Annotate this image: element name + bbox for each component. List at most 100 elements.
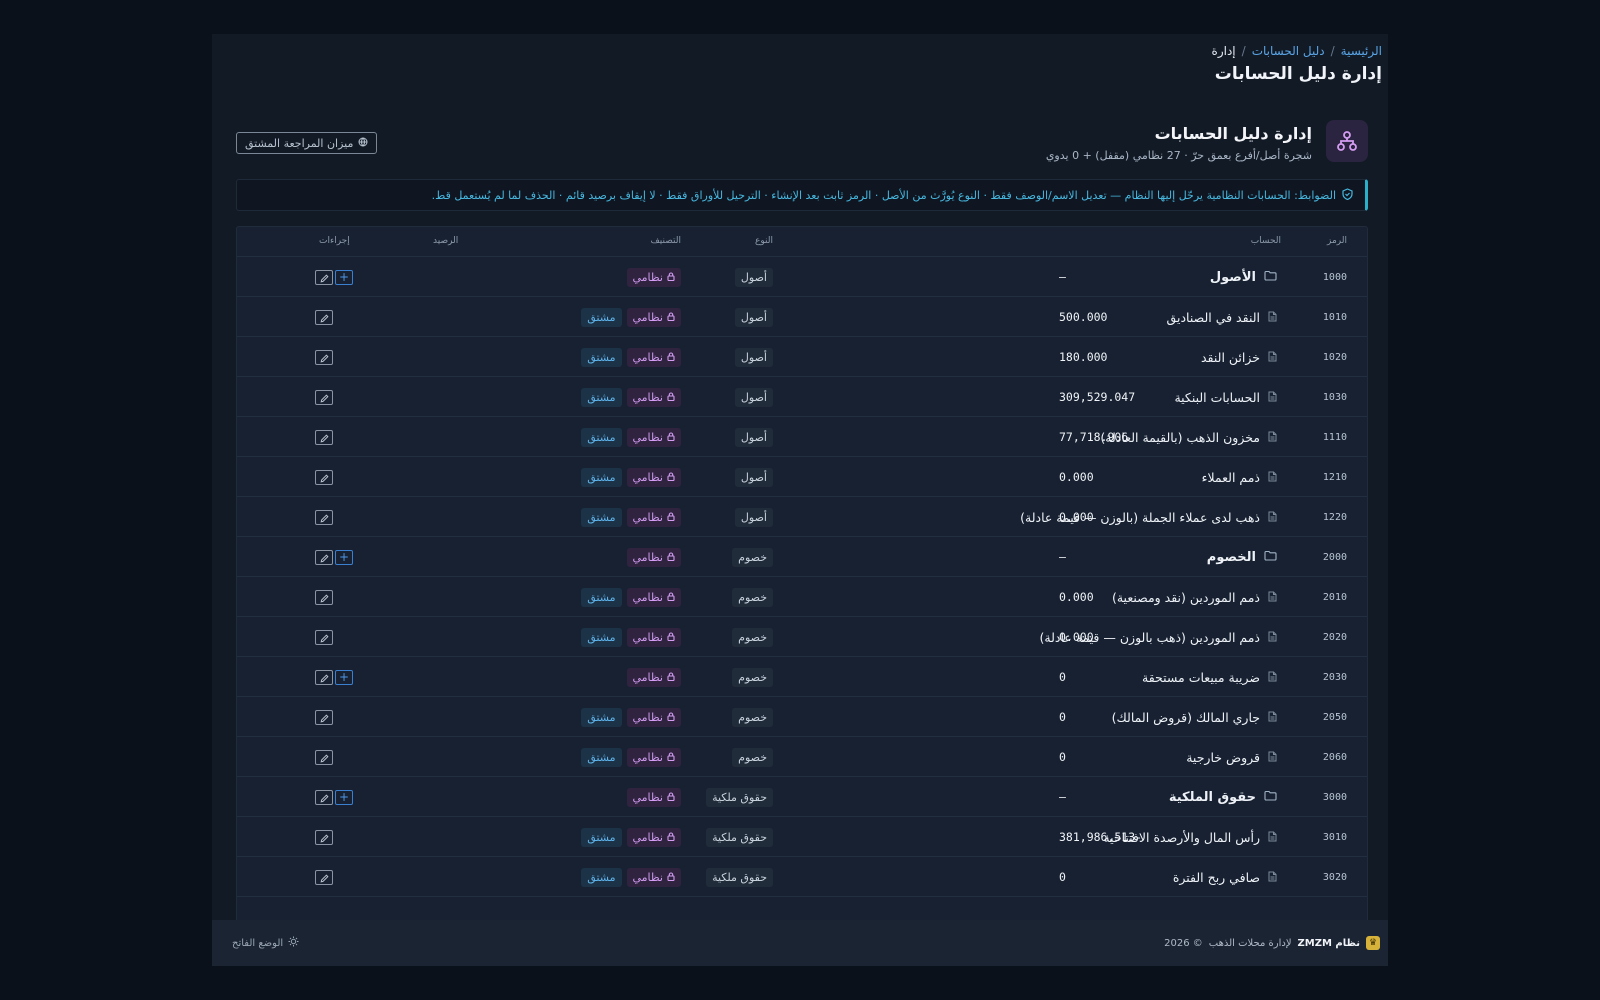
edit-button[interactable] [315, 868, 333, 887]
account-type-cell: أصول [734, 457, 773, 497]
account-name[interactable]: الحسابات البنكية [1174, 390, 1260, 405]
plus-icon: + [338, 270, 350, 284]
account-type-badge: أصول [734, 467, 773, 487]
breadcrumb-chart-of-accounts[interactable]: دليل الحسابات [1252, 44, 1325, 58]
table-row[interactable]: 1020 خزائن النقد أصول نظامي مشتق 180.000 [237, 337, 1367, 377]
table-row[interactable]: 1210 ذمم العملاء أصول نظامي مشتق 0.000 [237, 457, 1367, 497]
lock-icon [667, 711, 675, 724]
derived-badge: مشتق [581, 707, 622, 727]
account-type-cell: أصول [734, 297, 773, 337]
classification-cell: نظامي مشتق [581, 697, 681, 737]
table-row[interactable]: 2010 ذمم الموردين (نقد ومصنعية) خصوم نظا… [237, 577, 1367, 617]
table-row[interactable]: 1010 النقد في الصناديق أصول نظامي مشتق 5… [237, 297, 1367, 337]
edit-button[interactable] [315, 549, 333, 565]
table-row[interactable]: 2030 ضريبة مبيعات مستحقة خصوم نظامي 0 + [237, 657, 1367, 697]
account-type-cell: خصوم [732, 657, 773, 697]
edit-button[interactable] [315, 309, 333, 325]
table-row[interactable]: 3020 صافي ربح الفترة حقوق ملكية نظامي مش… [237, 857, 1367, 897]
lock-icon [667, 391, 675, 404]
account-code: 2000 [1322, 551, 1347, 563]
edit-button[interactable] [315, 349, 333, 365]
table-row[interactable]: 3010 رأس المال والأرصدة الافتتاحية حقوق … [237, 817, 1367, 857]
sun-icon [288, 936, 299, 950]
account-code: 1020 [1322, 351, 1347, 363]
breadcrumb-home[interactable]: الرئيسية [1341, 44, 1382, 58]
trial-balance-button[interactable]: ميزان المراجعة المشتق [236, 132, 378, 154]
edit-button[interactable] [315, 629, 333, 645]
pencil-icon [320, 868, 329, 887]
row-actions: + [315, 777, 353, 817]
edit-button[interactable] [315, 669, 333, 685]
row-actions [315, 857, 333, 897]
account-name[interactable]: قروض خارجية [1186, 750, 1260, 765]
edit-button[interactable] [315, 509, 333, 525]
edit-button[interactable] [315, 789, 333, 805]
rules-notice: الضوابط: الحسابات النظامية يرحّل إليها ا… [236, 179, 1368, 211]
document-icon [1268, 390, 1277, 405]
table-row[interactable]: 1220 ذهب لدى عملاء الجملة (بالوزن — قيمة… [237, 497, 1367, 537]
pencil-icon [320, 828, 329, 847]
table-row[interactable]: 3000 حقوق الملكية حقوق ملكية نظامي — + [237, 777, 1367, 817]
account-name[interactable]: الخصوم [1207, 550, 1256, 565]
account-name[interactable]: ذهب لدى عملاء الجملة (بالوزن — قيمة عادل… [1020, 510, 1260, 525]
table-row[interactable]: 2020 ذمم الموردين (ذهب بالوزن — قيمة عاد… [237, 617, 1367, 657]
lock-icon [667, 791, 675, 804]
table-row[interactable]: 1030 الحسابات البنكية أصول نظامي مشتق 30… [237, 377, 1367, 417]
account-name[interactable]: صافي ربح الفترة [1173, 870, 1260, 885]
theme-toggle[interactable]: الوضع الفاتح [232, 936, 299, 950]
edit-button[interactable] [315, 469, 333, 485]
add-child-button[interactable]: + [335, 549, 353, 565]
account-name[interactable]: النقد في الصناديق [1167, 310, 1260, 325]
account-name[interactable]: خزائن النقد [1201, 350, 1260, 365]
account-balance: 180.000 [1059, 350, 1108, 364]
account-name[interactable]: ذمم العملاء [1202, 470, 1260, 485]
account-name[interactable]: حقوق الملكية [1169, 790, 1256, 805]
account-type-cell: خصوم [732, 737, 773, 777]
app-window: الرئيسية / دليل الحسابات / إدارة إدارة د… [212, 34, 1388, 966]
add-child-button[interactable]: + [335, 669, 353, 685]
classification-cell: نظامي مشتق [581, 817, 681, 857]
account-code: 2060 [1322, 751, 1347, 763]
system-badge: نظامي [626, 387, 681, 407]
edit-button[interactable] [315, 709, 333, 725]
system-badge: نظامي [626, 747, 681, 767]
col-code: الرمز [1327, 236, 1347, 246]
col-balance: الرصيد [433, 236, 459, 246]
system-badge: نظامي [626, 467, 681, 487]
table-row[interactable]: 1110 مخزون الذهب (بالقيمة العادلة) أصول … [237, 417, 1367, 457]
classification-cell: نظامي مشتق [581, 377, 681, 417]
table-row[interactable]: 1000 الأصول أصول نظامي — + [237, 257, 1367, 297]
table-row[interactable]: 2050 جاري المالك (قروض المالك) خصوم نظام… [237, 697, 1367, 737]
derived-badge: مشتق [581, 587, 622, 607]
row-actions [315, 497, 333, 537]
account-balance: 0 [1059, 670, 1066, 684]
brand-logo-icon: ♛ [1366, 936, 1380, 950]
account-name[interactable]: جاري المالك (قروض المالك) [1112, 710, 1260, 725]
system-label: نظامي [632, 350, 664, 364]
page-title: إدارة دليل الحسابات [1214, 64, 1382, 84]
add-child-button[interactable]: + [335, 789, 353, 805]
derived-badge: مشتق [581, 627, 622, 647]
system-badge: نظامي [626, 587, 681, 607]
edit-button[interactable] [315, 828, 333, 847]
account-name[interactable]: ذمم الموردين (نقد ومصنعية) [1112, 590, 1260, 605]
lock-icon [667, 271, 675, 284]
edit-button[interactable] [315, 749, 333, 765]
copyright: © 2026 [1164, 937, 1203, 949]
row-actions [315, 457, 333, 497]
breadcrumb-separator: / [1241, 44, 1246, 58]
add-child-button[interactable]: + [335, 269, 353, 285]
account-name[interactable]: ضريبة مبيعات مستحقة [1142, 670, 1260, 685]
system-badge: نظامي [626, 547, 681, 567]
derived-badge: مشتق [581, 507, 622, 527]
account-code: 1210 [1322, 471, 1347, 483]
edit-button[interactable] [315, 589, 333, 605]
account-name[interactable]: الأصول [1210, 270, 1256, 285]
edit-button[interactable] [315, 269, 333, 285]
breadcrumb-current: إدارة [1211, 44, 1236, 58]
table-row[interactable]: 2060 قروض خارجية خصوم نظامي مشتق 0 [237, 737, 1367, 777]
edit-button[interactable] [315, 389, 333, 405]
edit-button[interactable] [315, 429, 333, 445]
account-name-cell: قروض خارجية [1186, 737, 1277, 777]
table-row[interactable]: 2000 الخصوم خصوم نظامي — + [237, 537, 1367, 577]
